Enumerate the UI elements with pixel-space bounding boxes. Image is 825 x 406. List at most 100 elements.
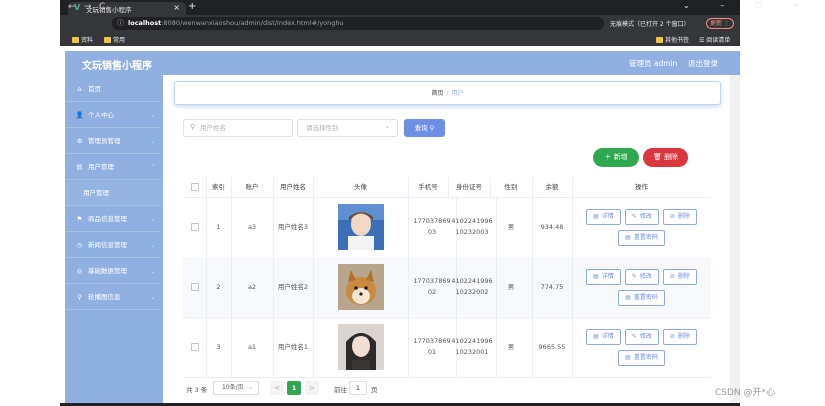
reset-password-button[interactable]: ▤ 重置密码	[618, 349, 665, 366]
sidebar-item-admins[interactable]: ⚙ 管理员管理 ⌄	[65, 129, 161, 154]
add-button[interactable]: ＋ 新增	[593, 148, 639, 167]
incognito-indicator[interactable]: 无痕模式（已打开 2 个窗口）	[610, 19, 690, 28]
gender-select-input[interactable]	[306, 121, 386, 135]
sidebar-item-profile[interactable]: 👤 个人中心 ⌄	[65, 103, 161, 128]
page-jump-input[interactable]: 1	[349, 381, 367, 395]
cell-name: 用户姓名1	[273, 317, 314, 377]
header-gender: 性别	[490, 177, 533, 197]
chevron-down-icon: ⌄	[149, 216, 155, 223]
sidebar-item-home[interactable]: ⌂ 首页	[65, 77, 161, 102]
reading-list[interactable]: ☰ 阅读清单	[699, 35, 730, 44]
cell-index: 1	[206, 197, 232, 257]
breadcrumb: 首页 / 用户	[174, 81, 721, 105]
table-row: 1 a3 用户姓名3 17703786903 41022419961023200…	[183, 197, 711, 258]
select-all-checkbox[interactable]	[190, 183, 199, 191]
delete-button[interactable]: ⊘ 删除	[662, 268, 697, 285]
news-icon: ◷	[76, 241, 83, 249]
row-checkbox[interactable]	[190, 283, 199, 291]
name-search-input[interactable]	[200, 121, 288, 135]
next-page-button[interactable]: >	[305, 381, 319, 395]
detail-button[interactable]: ▤ 详情	[586, 268, 621, 285]
cell-actions: ▤ 详情 ✎ 修改 ⊘ 删除 ▤ 重置密码	[572, 317, 711, 377]
trash-icon: ⊘	[669, 272, 675, 280]
edit-icon: ✎	[631, 212, 637, 220]
header-avatar: 头像	[313, 177, 409, 197]
home-icon: ⌂	[77, 85, 82, 93]
avatar	[337, 204, 384, 250]
search-icon: ⚲	[429, 124, 435, 132]
chevron-down-icon: ⌄	[247, 384, 253, 391]
sidebar-subitem-users[interactable]: 用户管理	[65, 181, 161, 206]
batch-delete-button[interactable]: 🗑 删除	[643, 148, 688, 167]
detail-button[interactable]: ▤ 详情	[586, 328, 621, 345]
back-icon[interactable]: ←	[68, 2, 76, 12]
document-icon: ▤	[593, 332, 599, 340]
delete-button[interactable]: ⊘ 删除	[662, 208, 697, 225]
cell-gender: 男	[490, 257, 533, 317]
breadcrumb-home[interactable]: 首页	[431, 90, 443, 97]
url-host: localhost	[128, 19, 162, 27]
window-controls[interactable]: ⌄ – ❐ ✕	[683, 1, 813, 10]
info-icon: ⓘ	[117, 19, 124, 27]
chevron-down-icon: ⌄	[149, 242, 155, 249]
users-icon: ▤	[76, 163, 83, 171]
prev-page-button[interactable]: <	[270, 381, 284, 395]
bookmark-folder-1[interactable]: 资料	[72, 35, 93, 44]
header-idcard: 身份证号	[448, 177, 491, 197]
sidebar-item-news[interactable]: ◷ 新闻信息管理 ⌄	[65, 233, 161, 258]
cell-account: a1	[231, 317, 274, 377]
scrollbar[interactable]	[730, 75, 740, 406]
breadcrumb-current: 用户	[451, 90, 464, 97]
header-index: 索引	[206, 177, 232, 197]
goto-label: 前往	[334, 386, 347, 394]
query-button[interactable]: 查询 ⚲	[404, 119, 445, 137]
sidebar-item-products[interactable]: ⚑ 商品信息管理 ⌄	[65, 207, 161, 232]
document-icon: ▤	[625, 353, 631, 361]
tab-close-icon[interactable]: ×	[173, 3, 180, 12]
page-size-select[interactable]: 10条/页 ⌄	[213, 381, 259, 395]
name-search-field[interactable]: ⚲	[183, 119, 293, 137]
plus-icon: ＋	[604, 153, 612, 161]
avatar	[337, 264, 384, 310]
edit-button[interactable]: ✎ 修改	[624, 268, 659, 285]
new-tab-button[interactable]: +	[188, 1, 196, 12]
cell-balance: 934.48	[532, 197, 573, 257]
cell-name: 用户姓名3	[273, 197, 314, 257]
sidebar-item-basedata[interactable]: ◎ 基础数据管理 ⌄	[65, 259, 161, 284]
reset-password-button[interactable]: ▤ 重置密码	[618, 289, 665, 306]
gender-select[interactable]: ⌄	[297, 119, 398, 137]
chevron-down-icon: ⌄	[149, 112, 155, 119]
logout-link[interactable]: 退出登录	[688, 58, 718, 69]
other-bookmarks[interactable]: 其他书签	[656, 35, 689, 44]
detail-button[interactable]: ▤ 详情	[586, 208, 621, 225]
cell-balance: 774.75	[532, 257, 573, 317]
document-icon: ▤	[593, 272, 599, 280]
update-button[interactable]: 更新 ⋮	[706, 18, 734, 29]
reset-password-button[interactable]: ▤ 重置密码	[618, 229, 665, 246]
reload-icon[interactable]: C	[99, 2, 105, 12]
watermark: CSDN @开*心	[715, 388, 776, 398]
page-number-current[interactable]: 1	[287, 381, 301, 395]
cell-account: a2	[231, 257, 274, 317]
admin-label: 管理员 admin	[629, 59, 678, 68]
row-checkbox[interactable]	[190, 223, 199, 231]
cell-balance: 9665.55	[532, 317, 573, 377]
flag-icon: ⚑	[76, 215, 83, 223]
edit-button[interactable]: ✎ 修改	[624, 328, 659, 345]
location-icon: ⚲	[77, 293, 82, 301]
header-checkbox-cell[interactable]	[183, 177, 207, 197]
table-row: 3 a1 用户姓名1 17703786901 41022419961023200…	[183, 317, 711, 378]
chevron-down-icon: ⌄	[384, 123, 390, 130]
url-input[interactable]: ⓘ localhost:8080/wenwanxiaoshou/admin/di…	[112, 17, 604, 30]
bookmark-folder-2[interactable]: 常用	[104, 35, 125, 44]
row-checkbox[interactable]	[190, 343, 199, 351]
user-icon: 👤	[75, 111, 84, 119]
document-icon: ▤	[625, 293, 631, 301]
delete-button[interactable]: ⊘ 删除	[662, 328, 697, 345]
sidebar-item-carousel[interactable]: ⚲ 轮播图信息 ⌄	[65, 285, 161, 310]
chevron-down-icon: ⌄	[149, 138, 155, 145]
chevron-down-icon: ⌄	[149, 294, 155, 301]
edit-button[interactable]: ✎ 修改	[624, 208, 659, 225]
sidebar-item-users[interactable]: ▤ 用户管理 ⌃	[65, 155, 161, 180]
forward-icon[interactable]: →	[84, 2, 92, 12]
